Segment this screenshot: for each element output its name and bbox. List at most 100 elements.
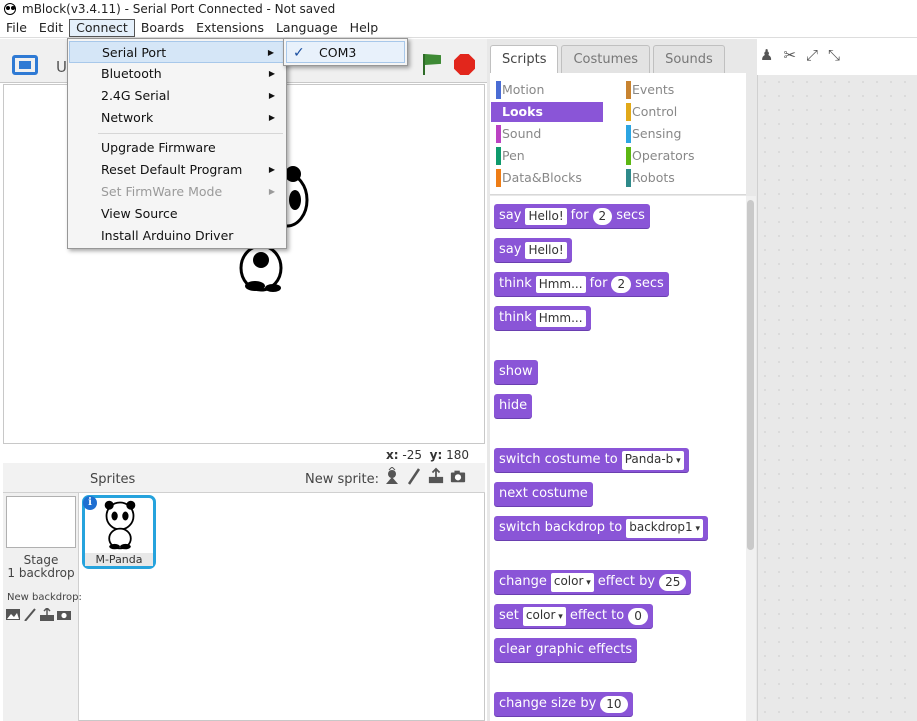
menu-item-2-4g-serial[interactable]: 2.4G Serial ▶ (69, 85, 285, 107)
stage-mode-icon[interactable] (12, 55, 38, 75)
block-switch-backdrop[interactable]: switch backdrop to backdrop1 (494, 516, 709, 540)
category-robots[interactable]: Robots (621, 168, 733, 188)
sprite-library-icon[interactable] (384, 467, 400, 485)
submenu-arrow-icon: ▶ (268, 69, 275, 78)
menu-item-set-firmware-mode: Set FirmWare Mode ▶ (69, 181, 285, 203)
sprite-card-m-panda[interactable]: i M-Panda (82, 495, 156, 569)
menu-item-bluetooth[interactable]: Bluetooth ▶ (69, 63, 285, 85)
block-hide[interactable]: hide (494, 394, 533, 418)
category-color-bar (626, 81, 631, 99)
y-value: 180 (446, 448, 469, 462)
text-input[interactable]: Hmm... (535, 275, 586, 293)
tab-scripts[interactable]: Scripts (490, 45, 559, 73)
block-think[interactable]: think Hmm... (494, 306, 591, 330)
duplicate-stamp-icon[interactable]: ♟ (760, 46, 773, 64)
number-input[interactable]: 10 (600, 695, 628, 713)
category-color-bar (626, 169, 631, 187)
menu-language[interactable]: Language (270, 19, 344, 37)
category-control[interactable]: Control (621, 102, 733, 122)
submenu-arrow-icon: ▶ (268, 187, 275, 196)
menu-item-reset-default-program[interactable]: Reset Default Program ▶ (69, 159, 285, 181)
menu-item-view-source[interactable]: View Source (69, 203, 285, 225)
block-clear-graphic-effects[interactable]: clear graphic effects (494, 638, 638, 662)
sprite-tools: ♟ ✂ ⤢ ⤡ (760, 46, 840, 64)
text-input[interactable]: Hello! (525, 241, 567, 259)
effect-dropdown[interactable]: color (550, 572, 594, 592)
submenu-arrow-icon: ▶ (268, 91, 275, 100)
camera-icon[interactable] (450, 467, 466, 485)
block-set-effect[interactable]: setcoloreffect to0 (494, 604, 653, 628)
title-bar: mBlock(v3.4.11) - Serial Port Connected … (0, 0, 917, 18)
block-say[interactable]: say Hello! (494, 238, 572, 262)
menu-item-install-arduino-driver[interactable]: Install Arduino Driver (69, 225, 285, 247)
menu-extensions[interactable]: Extensions (190, 19, 270, 37)
submenu-arrow-icon: ▶ (267, 48, 274, 57)
mouse-coordinates: x: -25 y: 180 (386, 448, 469, 462)
scripts-canvas[interactable] (757, 75, 917, 721)
panda-thumbnail (104, 500, 136, 550)
category-color-bar (496, 147, 501, 165)
stage-thumbnail[interactable] (6, 496, 76, 548)
menu-item-network[interactable]: Network ▶ (69, 107, 285, 129)
backdrop-camera-icon[interactable] (57, 608, 71, 621)
shrink-icon[interactable]: ⤡ (828, 46, 840, 64)
sprites-title: Sprites (90, 472, 136, 487)
block-say-for-secs[interactable]: say Hello! for 2 secs (494, 204, 650, 228)
new-sprite-icons (384, 467, 466, 485)
category-color-bar (626, 147, 631, 165)
number-input[interactable]: 25 (659, 573, 687, 591)
block-next-costume[interactable]: next costume (494, 482, 593, 506)
blocks-scroll-thumb[interactable] (747, 200, 754, 550)
category-sensing[interactable]: Sensing (621, 124, 733, 144)
backdrop-paint-icon[interactable] (23, 608, 37, 621)
block-change-size[interactable]: change size by 10 (494, 692, 633, 716)
backdrop-library-icon[interactable] (6, 608, 20, 621)
block-categories: Motion Events Looks Control Sound Sensin… (490, 73, 746, 195)
new-sprite-label: New sprite: (305, 472, 379, 487)
category-color-bar (496, 103, 501, 121)
number-input[interactable]: 2 (592, 207, 613, 225)
category-sound[interactable]: Sound (491, 124, 603, 144)
block-think-for-secs[interactable]: think Hmm... for 2 secs (494, 272, 669, 296)
category-operators[interactable]: Operators (621, 146, 733, 166)
cut-scissors-icon[interactable]: ✂ (783, 46, 796, 64)
tab-sounds[interactable]: Sounds (653, 45, 725, 73)
panda-app-icon (2, 2, 18, 16)
number-input[interactable]: 2 (611, 275, 632, 293)
costume-dropdown[interactable]: Panda-b (621, 450, 684, 470)
new-backdrop-label: New backdrop: (7, 592, 82, 603)
block-show[interactable]: show (494, 360, 538, 384)
menu-edit[interactable]: Edit (33, 19, 69, 37)
backdrop-upload-icon[interactable] (40, 608, 54, 621)
number-input[interactable]: 0 (628, 607, 648, 625)
green-flag-icon[interactable] (420, 52, 444, 76)
category-pen[interactable]: Pen (491, 146, 603, 166)
category-data-blocks[interactable]: Data&Blocks (491, 168, 603, 188)
text-input[interactable]: Hmm... (535, 309, 586, 327)
menu-connect[interactable]: Connect (69, 18, 135, 37)
category-looks[interactable]: Looks (491, 102, 603, 122)
category-events[interactable]: Events (621, 80, 733, 100)
sprite-name: M-Panda (85, 553, 153, 566)
menu-item-upgrade-firmware[interactable]: Upgrade Firmware (69, 137, 285, 159)
menu-help[interactable]: Help (344, 19, 385, 37)
paint-brush-icon[interactable] (406, 467, 422, 485)
backdrop-dropdown[interactable]: backdrop1 (626, 518, 704, 538)
category-color-bar (496, 125, 501, 143)
stage-info: Stage 1 backdrop (7, 553, 75, 580)
menu-item-serial-port[interactable]: Serial Port ▶ (69, 41, 285, 63)
submenu-item-com3[interactable]: ✓ COM3 (286, 41, 405, 63)
menu-boards[interactable]: Boards (135, 19, 190, 37)
text-input[interactable]: Hello! (525, 207, 567, 225)
stage-title: U (56, 58, 67, 76)
block-switch-costume[interactable]: switch costume to Panda-b (494, 448, 689, 472)
grow-icon[interactable]: ⤢ (806, 46, 818, 64)
upload-icon[interactable] (428, 467, 444, 485)
category-motion[interactable]: Motion (491, 80, 603, 100)
category-color-bar (626, 103, 631, 121)
tab-costumes[interactable]: Costumes (561, 45, 651, 73)
category-color-bar (626, 125, 631, 143)
effect-dropdown[interactable]: color (522, 606, 566, 626)
menu-file[interactable]: File (0, 19, 33, 37)
block-change-effect[interactable]: changecoloreffect by25 (494, 570, 692, 594)
